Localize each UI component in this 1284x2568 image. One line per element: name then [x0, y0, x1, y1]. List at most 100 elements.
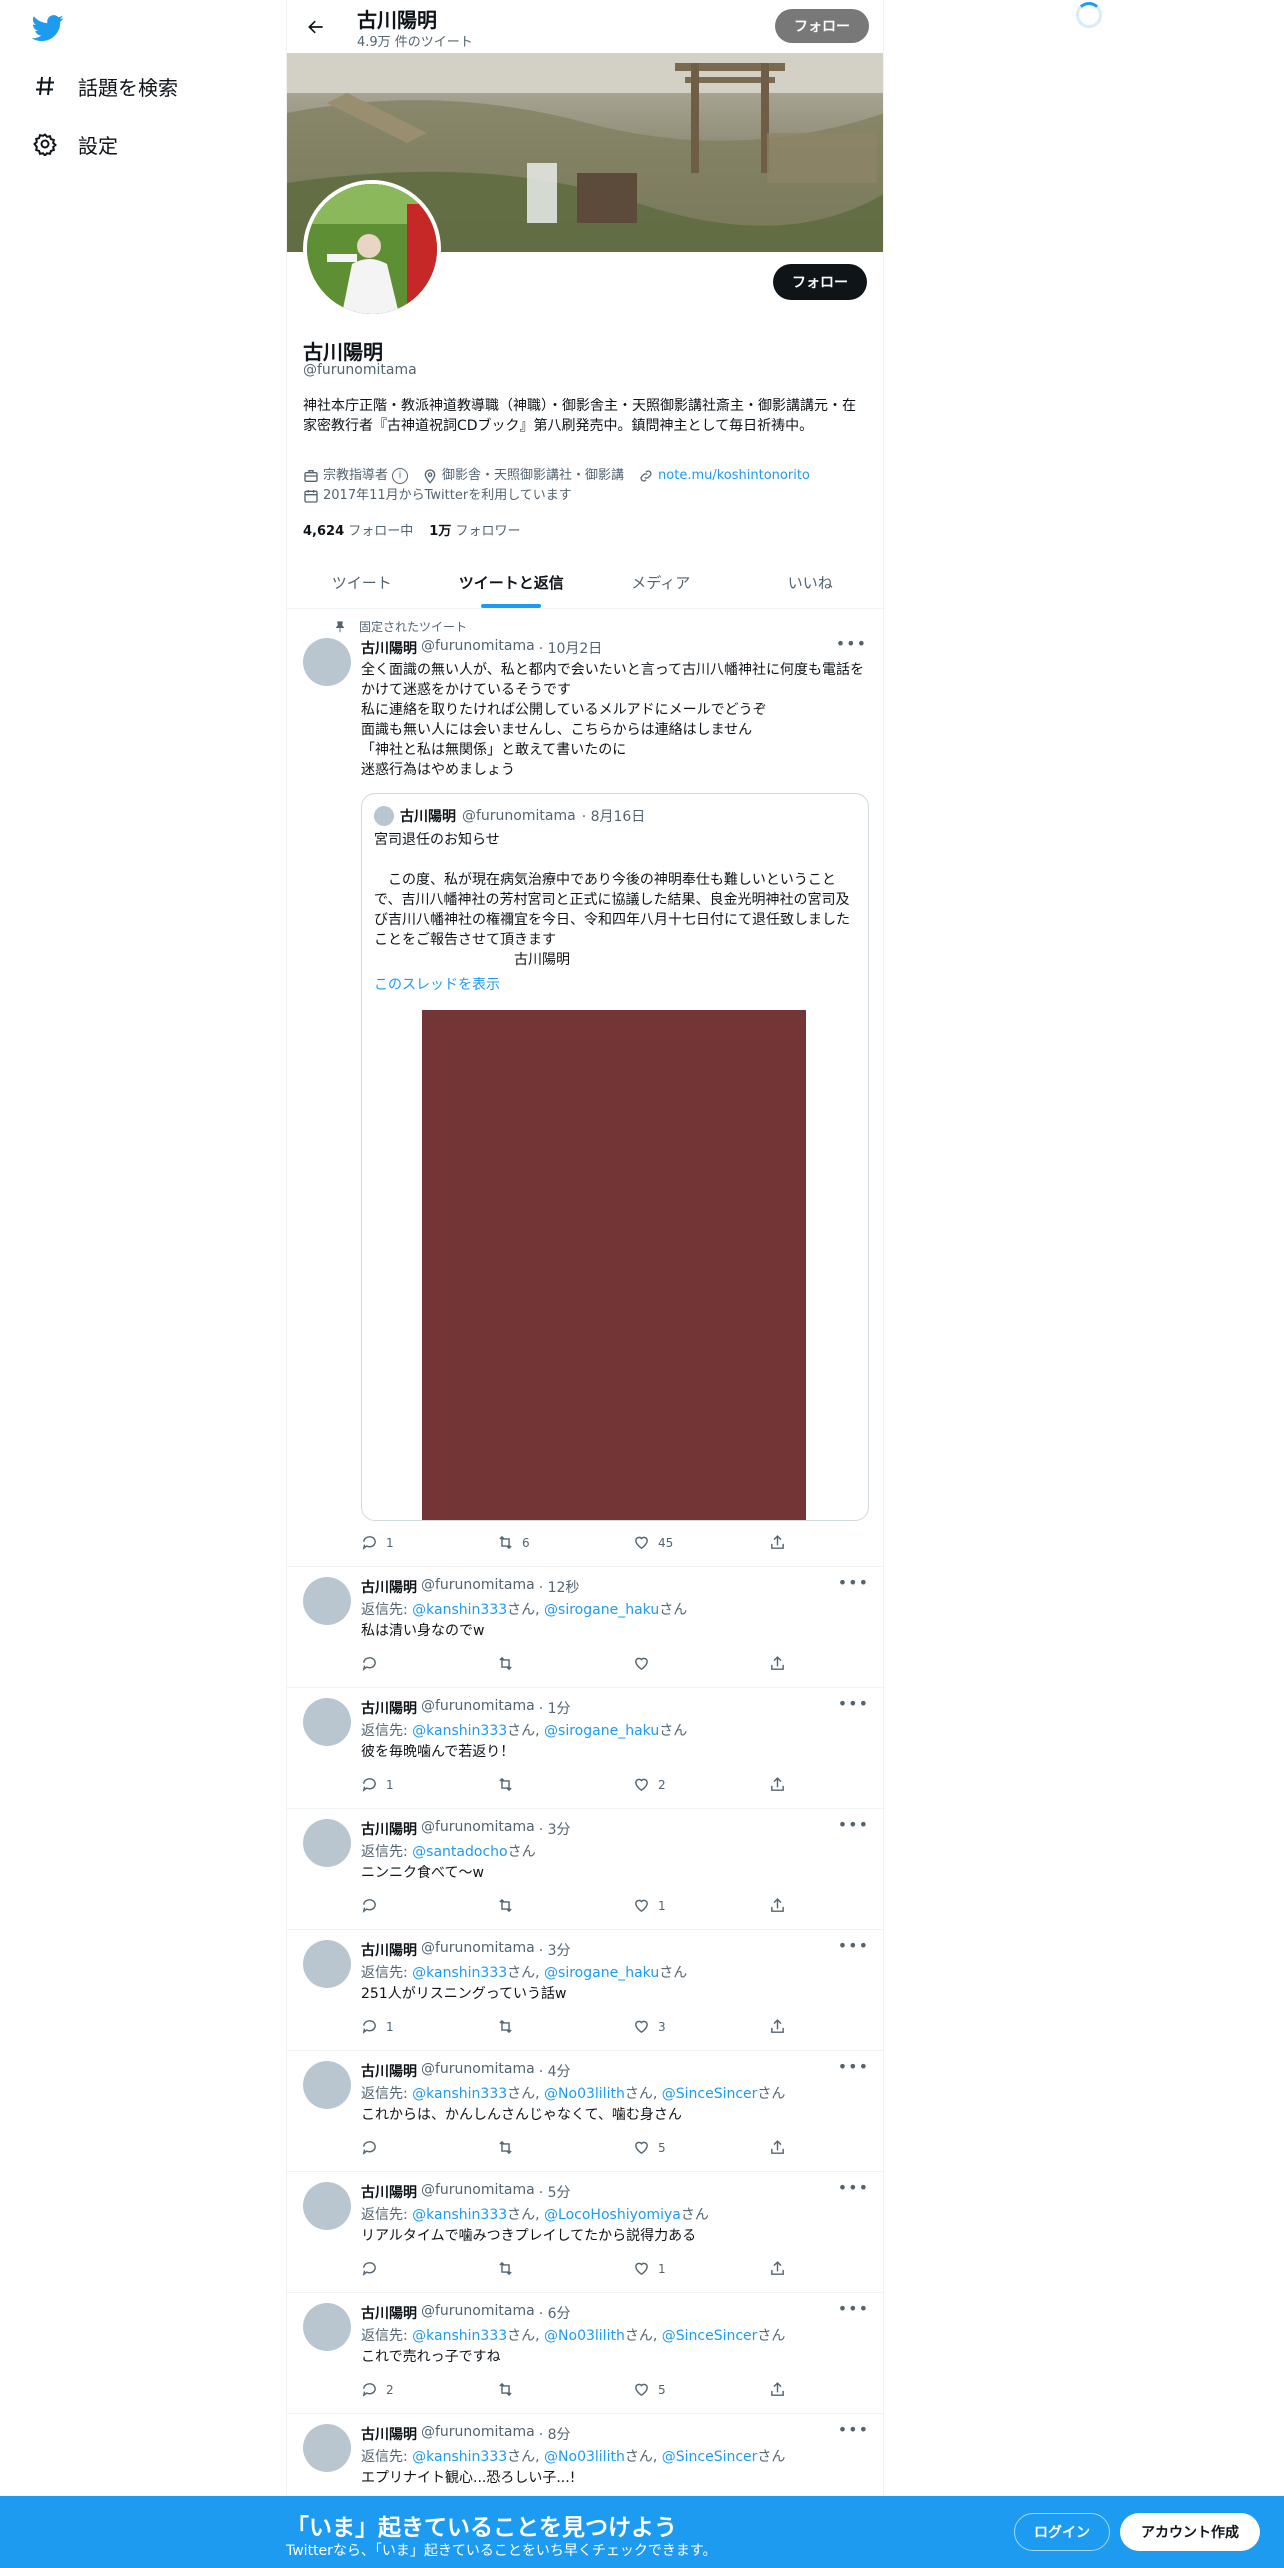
reply-button[interactable]: 1 — [361, 2018, 431, 2035]
following-link[interactable]: 4,624 フォロー中 — [303, 520, 413, 539]
mention-link[interactable]: @No03lilith — [544, 2449, 625, 2465]
login-button[interactable]: ログイン — [1014, 2513, 1110, 2551]
mention-link[interactable]: @kanshin333 — [412, 2086, 507, 2102]
tweet-author-handle[interactable]: @furunomitama — [421, 2303, 535, 2323]
avatar[interactable] — [303, 1819, 351, 1867]
share-button[interactable] — [769, 1776, 786, 1793]
retweet-button[interactable] — [497, 1655, 567, 1672]
like-button[interactable]: 45 — [633, 1534, 703, 1551]
more-options-icon[interactable]: ••• — [836, 634, 867, 653]
tweet-time[interactable]: · 1分 — [539, 1698, 571, 1718]
share-button[interactable] — [769, 2139, 786, 2156]
avatar[interactable] — [303, 1940, 351, 1988]
reply-button[interactable] — [361, 1655, 431, 1672]
nav-explore[interactable]: 話題を検索 — [32, 66, 178, 106]
reply-button[interactable]: 1 — [361, 1776, 431, 1793]
quoted-tweet[interactable]: 古川陽明 @furunomitama · 8月16日 宮司退任のお知らせ この度… — [361, 793, 869, 1521]
mention-link[interactable]: @kanshin333 — [412, 2328, 507, 2344]
info-icon[interactable]: i — [392, 468, 409, 484]
profile-url-link[interactable]: note.mu/koshintonorito — [658, 466, 810, 486]
tweet-item[interactable]: 古川陽明 @furunomitama · 6分 ••• 返信先: @kanshin333… — [287, 2293, 883, 2414]
tweet-time[interactable]: · 5分 — [539, 2182, 571, 2202]
tweet-item[interactable]: 古川陽明 @furunomitama · 1分 ••• 返信先: @kanshin333… — [287, 1688, 883, 1809]
profile-avatar[interactable] — [303, 180, 441, 318]
tweet-time[interactable]: · 4分 — [539, 2061, 571, 2081]
retweet-button[interactable] — [497, 2139, 567, 2156]
quoted-tweet-media[interactable] — [422, 1010, 806, 1520]
retweet-button[interactable]: 6 — [497, 1534, 567, 1551]
like-button[interactable]: 3 — [633, 2018, 703, 2035]
tweet-author-handle[interactable]: @furunomitama — [421, 1940, 535, 1960]
mention-link[interactable]: @No03lilith — [544, 2328, 625, 2344]
avatar[interactable] — [303, 2182, 351, 2230]
retweet-button[interactable] — [497, 2381, 567, 2398]
tweet-author-name[interactable]: 古川陽明 — [361, 1819, 417, 1839]
retweet-button[interactable] — [497, 2260, 567, 2277]
mention-link[interactable]: @sirogane_haku — [544, 1602, 659, 1618]
share-button[interactable] — [769, 2260, 786, 2277]
header-follow-button[interactable]: フォロー — [775, 9, 869, 43]
tweet-time[interactable]: · 10月2日 — [539, 638, 603, 658]
mention-link[interactable]: @kanshin333 — [412, 1723, 507, 1739]
avatar[interactable] — [303, 2424, 351, 2472]
reply-button[interactable]: 1 — [361, 1534, 431, 1551]
mention-link[interactable]: @LocoHoshiyomiya — [544, 2207, 681, 2223]
like-button[interactable]: 1 — [633, 1897, 703, 1914]
tweet-item[interactable]: 古川陽明 @furunomitama · 12秒 ••• 返信先: @kanshin33… — [287, 1567, 883, 1688]
tweet-author-name[interactable]: 古川陽明 — [361, 2061, 417, 2081]
nav-settings[interactable]: 設定 — [32, 124, 118, 164]
tab-likes[interactable]: いいね — [736, 556, 884, 608]
like-button[interactable]: 5 — [633, 2139, 703, 2156]
tweet-author-name[interactable]: 古川陽明 — [361, 1940, 417, 1960]
tweet-author-name[interactable]: 古川陽明 — [361, 1577, 417, 1597]
mention-link[interactable]: @santadocho — [412, 1844, 507, 1860]
share-button[interactable] — [769, 1897, 786, 1914]
avatar[interactable] — [303, 2061, 351, 2109]
tweet-author-handle[interactable]: @furunomitama — [421, 638, 535, 658]
tweet-item[interactable]: 古川陽明 @furunomitama · 4分 ••• 返信先: @kanshin333… — [287, 2051, 883, 2172]
avatar[interactable] — [303, 1577, 351, 1625]
follow-button[interactable]: フォロー — [773, 264, 867, 300]
retweet-button[interactable] — [497, 2018, 567, 2035]
retweet-button[interactable] — [497, 1897, 567, 1914]
mention-link[interactable]: @kanshin333 — [412, 1602, 507, 1618]
tab-tweets-and-replies[interactable]: ツイートと返信 — [437, 556, 587, 608]
tweet-item[interactable]: 古川陽明 @furunomitama · 5分 ••• 返信先: @kanshin333… — [287, 2172, 883, 2293]
signup-button[interactable]: アカウント作成 — [1120, 2513, 1260, 2551]
more-options-icon[interactable]: ••• — [838, 1936, 869, 1955]
mention-link[interactable]: @SinceSincer — [662, 2086, 758, 2102]
share-button[interactable] — [769, 2018, 786, 2035]
mention-link[interactable]: @SinceSincer — [662, 2328, 758, 2344]
show-thread-link[interactable]: このスレッドを表示 — [374, 974, 500, 994]
tweet-time[interactable]: · 12秒 — [539, 1577, 580, 1597]
reply-button[interactable] — [361, 1897, 431, 1914]
mention-link[interactable]: @SinceSincer — [662, 2449, 758, 2465]
tweet-item[interactable]: 古川陽明 @furunomitama · 3分 ••• 返信先: @kanshin333… — [287, 1930, 883, 2051]
share-button[interactable] — [769, 1534, 786, 1551]
more-options-icon[interactable]: ••• — [838, 1573, 869, 1592]
tweet-author-name[interactable]: 古川陽明 — [361, 638, 417, 658]
mention-link[interactable]: @kanshin333 — [412, 1965, 507, 1981]
more-options-icon[interactable]: ••• — [838, 2057, 869, 2076]
avatar[interactable] — [303, 1698, 351, 1746]
more-options-icon[interactable]: ••• — [838, 2178, 869, 2197]
tweet-author-handle[interactable]: @furunomitama — [421, 2424, 535, 2444]
tweet-author-handle[interactable]: @furunomitama — [421, 2182, 535, 2202]
profile-url[interactable]: note.mu/koshintonorito — [638, 466, 810, 486]
tweet-author-handle[interactable]: @furunomitama — [421, 2061, 535, 2081]
tweet-author-handle[interactable]: @furunomitama — [421, 1577, 535, 1597]
tweet-time[interactable]: · 3分 — [539, 1819, 571, 1839]
tweet-author-name[interactable]: 古川陽明 — [361, 2424, 417, 2444]
tab-tweets[interactable]: ツイート — [287, 556, 437, 608]
avatar[interactable] — [303, 2303, 351, 2351]
tweet-item[interactable]: 古川陽明 @furunomitama · 3分 ••• 返信先: @santadocho… — [287, 1809, 883, 1930]
more-options-icon[interactable]: ••• — [838, 1815, 869, 1834]
mention-link[interactable]: @sirogane_haku — [544, 1723, 659, 1739]
tweet-time[interactable]: · 8分 — [539, 2424, 571, 2444]
followers-link[interactable]: 1万 フォロワー — [429, 520, 520, 539]
mention-link[interactable]: @kanshin333 — [412, 2207, 507, 2223]
tab-media[interactable]: メディア — [586, 556, 736, 608]
tweet-time[interactable]: · 6分 — [539, 2303, 571, 2323]
reply-button[interactable]: 2 — [361, 2381, 431, 2398]
share-button[interactable] — [769, 2381, 786, 2398]
